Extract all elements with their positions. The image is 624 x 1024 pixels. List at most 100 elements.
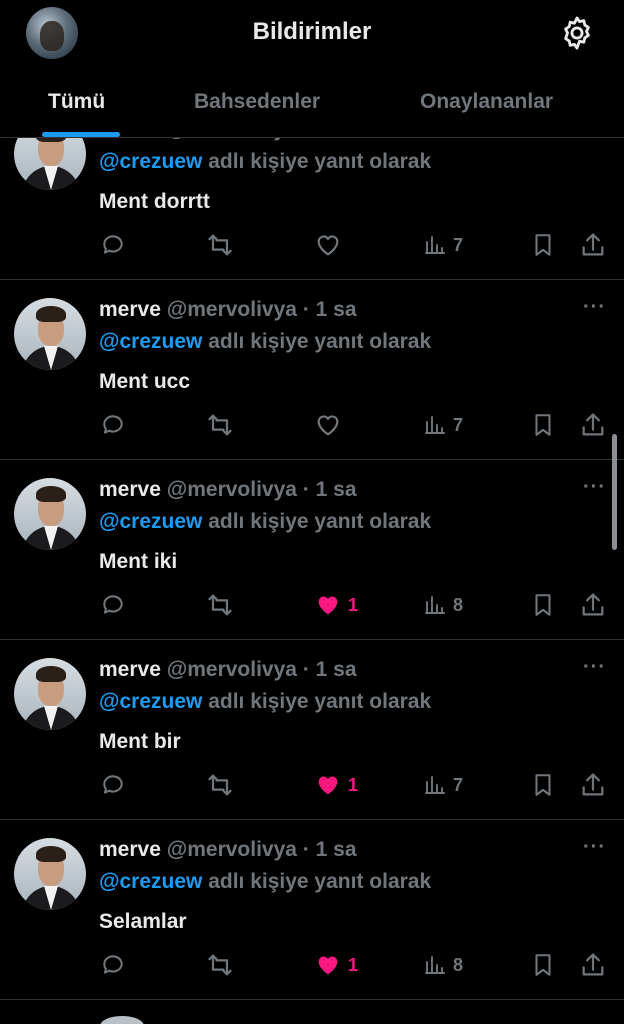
bookmark-icon xyxy=(535,234,551,256)
notification-post[interactable]: merve @mervolivya · 1 sa ··· @crezuew ad… xyxy=(0,460,624,640)
bookmark-button[interactable] xyxy=(530,588,556,622)
views-icon xyxy=(425,776,445,794)
notification-post[interactable]: merve @mervolivya · 1 sa ··· @crezuew ad… xyxy=(0,820,624,1000)
more-icon[interactable]: ··· xyxy=(583,476,606,499)
share-button[interactable] xyxy=(579,948,607,982)
reply-icon xyxy=(103,955,123,974)
reply-button[interactable] xyxy=(100,768,126,802)
author-name[interactable]: merve xyxy=(99,658,161,681)
post-actions: 1 8 xyxy=(0,948,624,982)
author-name[interactable]: merve xyxy=(99,478,161,501)
share-button[interactable] xyxy=(579,228,607,262)
bookmark-icon xyxy=(535,414,551,436)
bookmark-button[interactable] xyxy=(530,408,556,442)
repost-icon xyxy=(208,414,232,436)
page-title: Bildirimler xyxy=(252,18,372,45)
share-button[interactable] xyxy=(579,768,607,802)
post-actions: 1 7 xyxy=(0,768,624,802)
share-button[interactable] xyxy=(579,588,607,622)
like-button[interactable]: 1 xyxy=(314,768,358,802)
repost-icon xyxy=(208,594,232,616)
tab-all[interactable]: Tümü xyxy=(48,90,105,114)
views-button[interactable]: 7 xyxy=(423,228,463,262)
repost-button[interactable] xyxy=(206,948,234,982)
like-button[interactable]: 1 xyxy=(314,588,358,622)
reply-button[interactable] xyxy=(100,228,126,262)
views-button[interactable]: 7 xyxy=(423,408,463,442)
share-icon xyxy=(582,233,604,256)
repost-button[interactable] xyxy=(206,768,234,802)
bookmark-button[interactable] xyxy=(530,228,556,262)
scrollbar[interactable] xyxy=(612,434,617,550)
reply-button[interactable] xyxy=(100,588,126,622)
gear-icon[interactable] xyxy=(558,14,596,52)
like-count: 1 xyxy=(348,774,359,795)
bookmark-icon xyxy=(535,774,551,796)
author-handle[interactable]: @mervolivya xyxy=(167,298,297,321)
view-count: 7 xyxy=(453,774,464,795)
reply-mention[interactable]: @crezuew xyxy=(99,330,202,353)
reply-icon xyxy=(103,775,123,794)
author-avatar[interactable] xyxy=(14,838,86,910)
tab-mentions[interactable]: Bahsedenler xyxy=(194,90,320,114)
views-button[interactable]: 8 xyxy=(423,948,463,982)
reply-suffix: adlı kişiye yanıt olarak xyxy=(208,150,432,173)
more-icon[interactable]: ··· xyxy=(583,296,606,319)
view-count: 8 xyxy=(453,954,464,975)
views-icon xyxy=(425,236,445,254)
reply-icon xyxy=(103,595,123,614)
meta-separator: · xyxy=(296,658,316,681)
author-avatar[interactable] xyxy=(14,478,86,550)
post-text: Selamlar xyxy=(99,910,187,933)
share-icon xyxy=(582,413,604,436)
tab-verified[interactable]: Onaylananlar xyxy=(420,90,553,114)
meta-separator: · xyxy=(296,298,316,321)
bookmark-button[interactable] xyxy=(530,768,556,802)
reply-button[interactable] xyxy=(100,408,126,442)
like-button[interactable]: 1 xyxy=(314,948,358,982)
views-button[interactable]: 7 xyxy=(423,768,463,802)
view-count: 7 xyxy=(453,234,464,255)
author-handle[interactable]: @mervolivya xyxy=(167,658,297,681)
reply-suffix: adlı kişiye yanıt olarak xyxy=(208,330,432,353)
share-button[interactable] xyxy=(579,408,607,442)
author-name[interactable]: merve xyxy=(99,298,161,321)
author-avatar[interactable] xyxy=(14,658,86,730)
reply-button[interactable] xyxy=(100,948,126,982)
post-meta: merve @mervolivya · 1 sa xyxy=(99,838,357,862)
reply-mention[interactable]: @crezuew xyxy=(99,690,202,713)
author-handle[interactable]: @mervolivya xyxy=(167,838,297,861)
more-icon[interactable]: ··· xyxy=(583,836,606,859)
post-time: 1 sa xyxy=(315,478,357,501)
notification-post[interactable]: merve @mervolivya · 1 sa ··· @crezuew ad… xyxy=(0,640,624,820)
views-icon xyxy=(425,956,445,974)
notification-post[interactable]: merve @mervolivya · 1 sa ··· @crezuew ad… xyxy=(0,280,624,460)
views-icon xyxy=(425,416,445,434)
repost-button[interactable] xyxy=(206,408,234,442)
repost-button[interactable] xyxy=(206,228,234,262)
views-icon xyxy=(425,596,445,614)
post-actions: 7 xyxy=(0,408,624,442)
reply-context: @crezuew adlı kişiye yanıt olarak xyxy=(99,510,431,534)
reply-mention[interactable]: @crezuew xyxy=(99,870,202,893)
reply-suffix: adlı kişiye yanıt olarak xyxy=(208,870,432,893)
author-handle[interactable]: @mervolivya xyxy=(167,478,297,501)
heart-icon xyxy=(317,235,339,256)
reply-mention[interactable]: @crezuew xyxy=(99,150,202,173)
post-time: 1 sa xyxy=(315,298,357,321)
more-icon[interactable]: ··· xyxy=(583,656,606,679)
like-button[interactable] xyxy=(314,228,348,262)
repost-button[interactable] xyxy=(206,588,234,622)
reply-mention[interactable]: @crezuew xyxy=(99,510,202,533)
share-icon xyxy=(582,773,604,796)
author-name[interactable]: merve xyxy=(99,838,161,861)
heart-icon xyxy=(318,956,338,975)
view-count: 8 xyxy=(453,594,464,615)
author-avatar[interactable] xyxy=(14,298,86,370)
views-button[interactable]: 8 xyxy=(423,588,463,622)
next-post-avatar[interactable] xyxy=(100,1016,144,1024)
like-button[interactable] xyxy=(314,408,348,442)
bookmark-button[interactable] xyxy=(530,948,556,982)
post-actions: 1 8 xyxy=(0,588,624,622)
active-tab-indicator xyxy=(42,132,120,137)
